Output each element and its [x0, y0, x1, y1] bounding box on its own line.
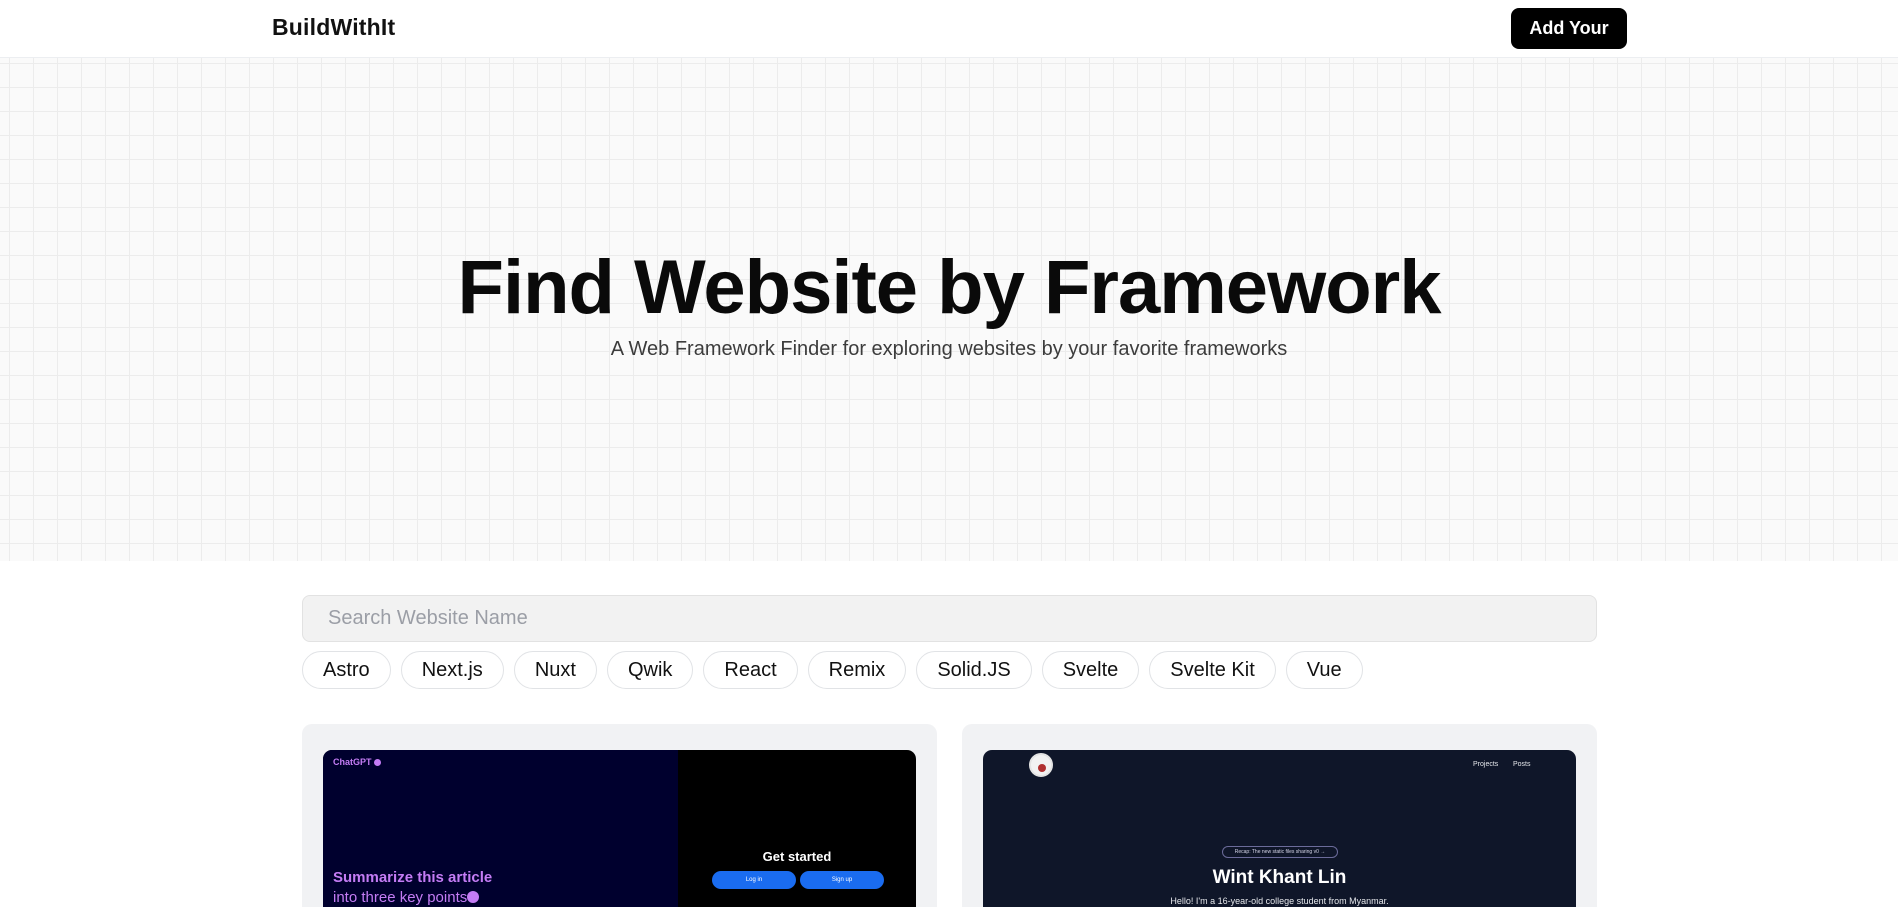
screenshot-brand: ChatGPT: [333, 757, 381, 767]
hero-section: Find Website by Framework A Web Framewor…: [0, 58, 1898, 561]
filter-chip-nextjs[interactable]: Next.js: [400, 651, 504, 689]
filter-chip-remix[interactable]: Remix: [807, 651, 907, 689]
filter-chip-nuxt[interactable]: Nuxt: [513, 651, 597, 689]
add-your-button[interactable]: Add Your: [1511, 8, 1627, 49]
screenshot-nav-posts: Posts: [1513, 761, 1531, 768]
screenshot-signup-button: Sign up: [800, 871, 884, 889]
brand-dot-icon: [373, 758, 381, 766]
hero-subtitle: A Web Framework Finder for exploring web…: [610, 338, 1288, 360]
filter-chip-qwik[interactable]: Qwik: [606, 651, 694, 689]
search-input[interactable]: [302, 595, 1597, 642]
filter-chip-solidjs[interactable]: Solid.JS: [916, 651, 1032, 689]
website-screenshot: Projects Posts Recap: The new static fil…: [983, 750, 1576, 907]
site-logo[interactable]: BuildWithIt: [272, 14, 395, 41]
framework-filter-list: Astro Next.js Nuxt Qwik React Remix Soli…: [302, 651, 1363, 689]
website-screenshot: ChatGPT Summarize this article into thre…: [323, 750, 916, 907]
top-navbar: BuildWithIt Add Your: [0, 0, 1898, 58]
avatar: [1029, 753, 1053, 777]
hero-title: Find Website by Framework: [457, 245, 1442, 330]
filter-chip-react[interactable]: React: [703, 651, 798, 689]
screenshot-bio: Hello! I'm a 16-year-old college student…: [1170, 896, 1389, 906]
filter-chip-vue[interactable]: Vue: [1285, 651, 1363, 689]
screenshot-headline: Summarize this article: [333, 869, 493, 886]
website-card-chatgpt[interactable]: ChatGPT Summarize this article into thre…: [302, 724, 937, 907]
screenshot-brand-text: ChatGPT: [333, 757, 372, 767]
screenshot-get-started: Get started: [762, 849, 832, 864]
screenshot-subline-text: into three key points: [333, 889, 468, 906]
cursor-dot-icon: [467, 891, 480, 903]
screenshot-recap-pill: Recap: The new static files sharing v0 →: [1222, 846, 1338, 858]
screenshot-subline: into three key points: [333, 889, 480, 906]
filter-chip-sveltekit[interactable]: Svelte Kit: [1149, 651, 1276, 689]
website-card-portfolio[interactable]: Projects Posts Recap: The new static fil…: [962, 724, 1597, 907]
filter-chip-svelte[interactable]: Svelte: [1041, 651, 1140, 689]
screenshot-login-button: Log in: [712, 871, 796, 889]
screenshot-nav-projects: Projects: [1473, 761, 1499, 768]
screenshot-name: Wint Khant Lin: [1212, 867, 1347, 888]
filter-chip-astro[interactable]: Astro: [302, 651, 391, 689]
